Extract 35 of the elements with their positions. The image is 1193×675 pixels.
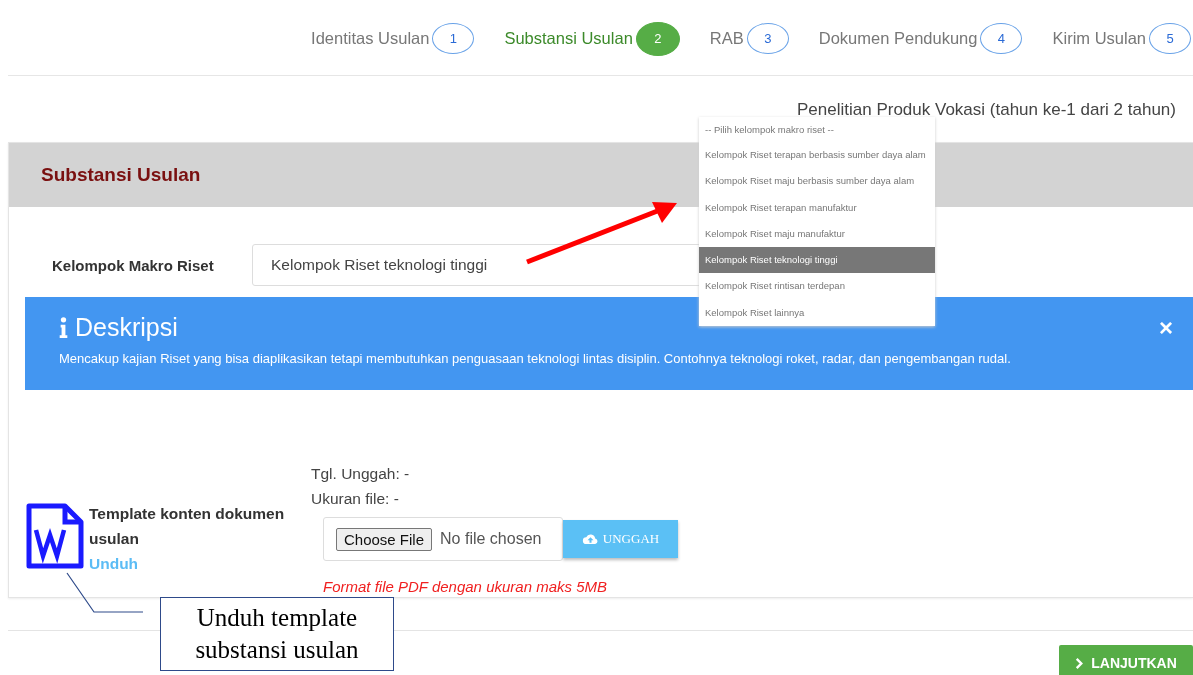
alert-text: Mencakup kajian Riset yang bisa diaplikasikan tetapi membutuhkan penguasaan teknologi lintas disiplin. Contohnya teknologi roket, radar, dan pengembangan rudal. bbox=[59, 351, 1012, 366]
file-format-hint: Format file PDF dengan ukuran maks 5MB bbox=[323, 578, 608, 595]
choose-file-button[interactable]: Choose File bbox=[336, 527, 433, 551]
upload-date: Tgl. Unggah: - bbox=[311, 464, 411, 484]
callout-box: Unduh template substansi usulan bbox=[160, 597, 394, 671]
step-label[interactable]: Substansi Usulan bbox=[504, 29, 633, 48]
dropdown-option[interactable]: Kelompok Riset lainnya bbox=[699, 299, 935, 327]
step-label[interactable]: Identitas Usulan bbox=[311, 29, 430, 48]
step-number[interactable]: 2 bbox=[635, 21, 680, 56]
word-document-icon bbox=[26, 503, 84, 569]
template-title: Template konten dokumen usulan bbox=[89, 504, 286, 549]
step-label[interactable]: Kirim Usulan bbox=[1052, 29, 1146, 48]
dropdown-option[interactable]: Kelompok Riset teknologi tinggi bbox=[699, 247, 935, 274]
file-size: Ukuran file: - bbox=[311, 489, 400, 509]
program-title: Penelitian Produk Vokasi (tahun ke-1 dari 2 tahun) bbox=[797, 100, 1176, 119]
file-status: No file chosen bbox=[440, 530, 542, 548]
field-label: Kelompok Makro Riset bbox=[52, 256, 215, 274]
chevron-right-icon bbox=[1075, 657, 1084, 669]
dropdown-option[interactable]: Kelompok Riset terapan manufaktur bbox=[699, 194, 935, 221]
info-icon bbox=[59, 317, 68, 338]
card-title: Substansi Usulan bbox=[41, 164, 201, 186]
dropdown-option[interactable]: Kelompok Riset maju berbasis sumber daya alam bbox=[699, 168, 935, 195]
dropdown-option[interactable]: -- Pilih kelompok makro riset -- bbox=[699, 117, 935, 142]
alert-title: Deskripsi bbox=[75, 313, 178, 342]
step-number[interactable]: 5 bbox=[1149, 23, 1191, 54]
file-input[interactable]: Choose File No file chosen bbox=[323, 517, 563, 561]
step-label[interactable]: Dokumen Pendukung bbox=[818, 29, 978, 48]
close-button[interactable]: × bbox=[1159, 315, 1173, 340]
step-number[interactable]: 1 bbox=[432, 23, 475, 54]
step-number[interactable]: 3 bbox=[746, 23, 789, 54]
cloud-upload-icon bbox=[581, 533, 599, 545]
dropdown-option[interactable]: Kelompok Riset terapan berbasis sumber daya alam bbox=[699, 142, 935, 169]
continue-button[interactable]: LANJUTKAN bbox=[1059, 645, 1193, 675]
step-number[interactable]: 4 bbox=[980, 23, 1023, 54]
step-label[interactable]: RAB bbox=[709, 29, 744, 48]
